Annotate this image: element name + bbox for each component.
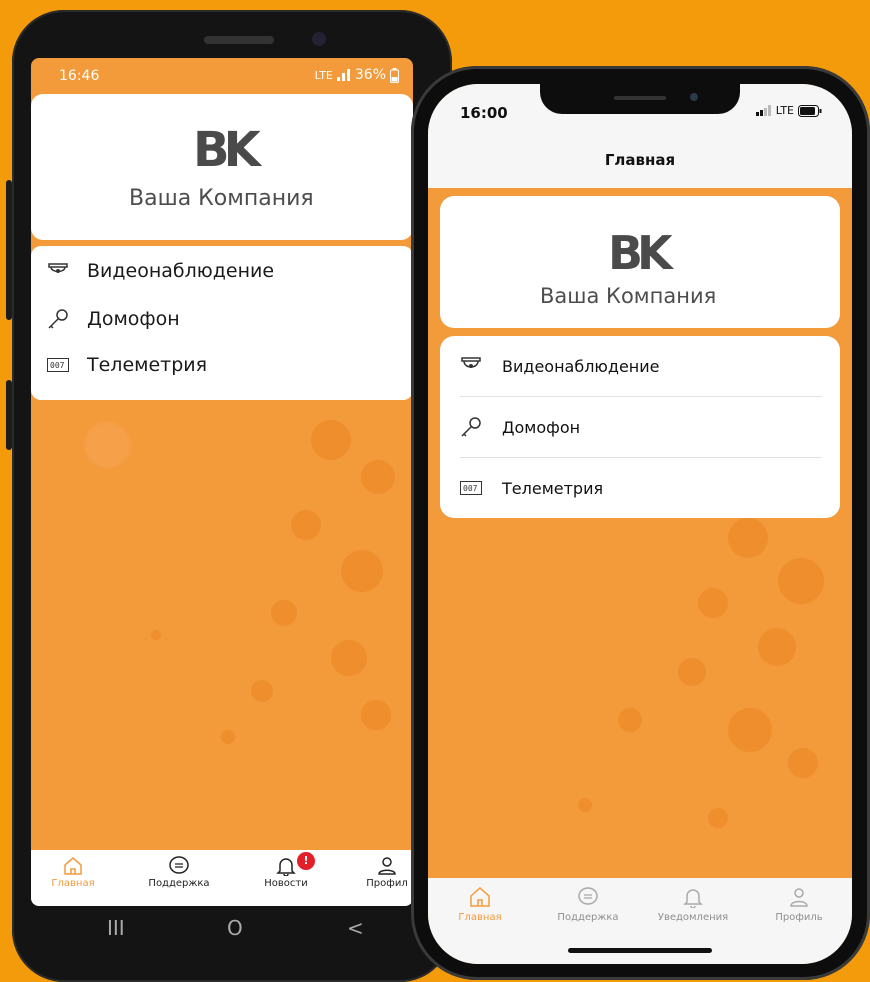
menu-item-label: Телеметрия bbox=[502, 478, 604, 498]
notch bbox=[540, 84, 740, 114]
menu-item-intercom[interactable]: Домофон bbox=[460, 397, 822, 458]
tab-label: Поддержка bbox=[557, 912, 619, 923]
tab-profile[interactable]: Профил bbox=[361, 856, 413, 889]
company-logo-mark: BK bbox=[193, 122, 261, 178]
front-camera bbox=[690, 93, 698, 101]
decorative-background bbox=[31, 400, 413, 850]
battery-percent: 36% bbox=[354, 67, 386, 83]
android-screen: 16:46 LTE 36% BK Ваша Компания Видеонабл… bbox=[31, 58, 413, 906]
tab-label: Профил bbox=[366, 878, 408, 889]
page-title: Главная bbox=[604, 151, 676, 169]
notification-badge: ! bbox=[297, 852, 315, 870]
chat-icon bbox=[169, 856, 189, 874]
speaker-grille bbox=[204, 36, 274, 44]
home-button[interactable]: O bbox=[227, 916, 243, 940]
back-button[interactable]: < bbox=[347, 916, 364, 940]
menu-item-telemetry[interactable]: 007 Телеметрия bbox=[47, 354, 207, 376]
tab-label: Профиль bbox=[775, 912, 823, 923]
tab-label: Новости bbox=[264, 878, 308, 889]
svg-text:007: 007 bbox=[463, 484, 478, 493]
menu-item-telemetry[interactable]: 007 Телеметрия bbox=[460, 458, 822, 518]
tab-support[interactable]: Поддержка bbox=[548, 886, 628, 923]
status-bar: 16:46 LTE 36% bbox=[31, 58, 413, 94]
menu-item-video[interactable]: Видеонаблюдение bbox=[47, 260, 274, 282]
services-menu: Видеонаблюдение Домофон 007 Телеметрия bbox=[440, 336, 840, 518]
key-icon bbox=[461, 417, 481, 437]
home-indicator[interactable] bbox=[568, 948, 712, 953]
signal-icon bbox=[755, 105, 771, 116]
company-logo-card: BK Ваша Компания bbox=[440, 196, 840, 328]
tab-support[interactable]: Поддержка bbox=[139, 856, 219, 889]
signal-icon bbox=[336, 69, 350, 81]
side-button bbox=[6, 180, 12, 320]
menu-item-label: Телеметрия bbox=[87, 354, 208, 376]
menu-item-intercom[interactable]: Домофон bbox=[47, 308, 180, 330]
tab-label: Главная bbox=[458, 912, 502, 923]
tab-news[interactable]: Новости ! bbox=[251, 852, 321, 889]
home-icon bbox=[64, 857, 82, 875]
tab-home[interactable]: Главная bbox=[47, 856, 99, 889]
camera-icon bbox=[48, 263, 68, 273]
status-time: 16:46 bbox=[59, 68, 100, 84]
navigation-bar: Главная bbox=[428, 132, 852, 188]
side-button bbox=[6, 380, 12, 450]
status-time: 16:00 bbox=[460, 104, 508, 122]
front-camera bbox=[312, 32, 326, 46]
tab-profile[interactable]: Профиль bbox=[764, 886, 834, 923]
tab-home[interactable]: Главная bbox=[450, 886, 510, 923]
company-name: Ваша Компания bbox=[129, 186, 314, 211]
company-logo-card: BK Ваша Компания bbox=[31, 94, 413, 240]
meter-icon: 007 bbox=[47, 358, 69, 372]
battery-icon bbox=[390, 67, 399, 83]
camera-icon bbox=[461, 357, 481, 368]
status-bar: 16:00 LTE bbox=[428, 84, 852, 132]
bell-icon bbox=[683, 889, 703, 908]
tab-label: Поддержка bbox=[148, 878, 210, 889]
tab-label: Уведомления bbox=[657, 912, 729, 923]
menu-item-label: Видеонаблюдение bbox=[502, 356, 660, 376]
bell-icon bbox=[276, 858, 296, 876]
svg-text:007: 007 bbox=[50, 361, 65, 370]
menu-item-label: Домофон bbox=[87, 308, 180, 330]
user-icon bbox=[378, 857, 396, 875]
recent-apps-button[interactable]: III bbox=[107, 916, 125, 940]
meter-icon: 007 bbox=[460, 481, 482, 495]
key-icon bbox=[48, 309, 68, 329]
tab-notifications[interactable]: Уведомления bbox=[648, 886, 738, 923]
bottom-tab-bar: Главная Поддержка Новости ! Профил bbox=[31, 850, 413, 906]
user-icon bbox=[790, 888, 808, 907]
company-name: Ваша Компания bbox=[540, 284, 717, 308]
battery-icon bbox=[798, 104, 822, 117]
android-nav-bar: III O < bbox=[31, 906, 413, 956]
menu-item-video[interactable]: Видеонаблюдение bbox=[460, 336, 822, 397]
network-label: LTE bbox=[314, 68, 333, 82]
tab-label: Главная bbox=[51, 878, 95, 889]
company-logo-mark: BK bbox=[608, 226, 673, 280]
menu-item-label: Видеонаблюдение bbox=[87, 260, 275, 282]
network-label: LTE bbox=[775, 104, 794, 117]
speaker-grille bbox=[614, 96, 666, 100]
services-menu: Видеонаблюдение Домофон 007 Телеметрия bbox=[31, 246, 413, 400]
menu-item-label: Домофон bbox=[502, 417, 581, 437]
chat-icon bbox=[578, 887, 598, 905]
home-icon bbox=[470, 886, 490, 907]
iphone-screen: 16:00 LTE Главная BK Ваша Компания Видео… bbox=[428, 84, 852, 964]
